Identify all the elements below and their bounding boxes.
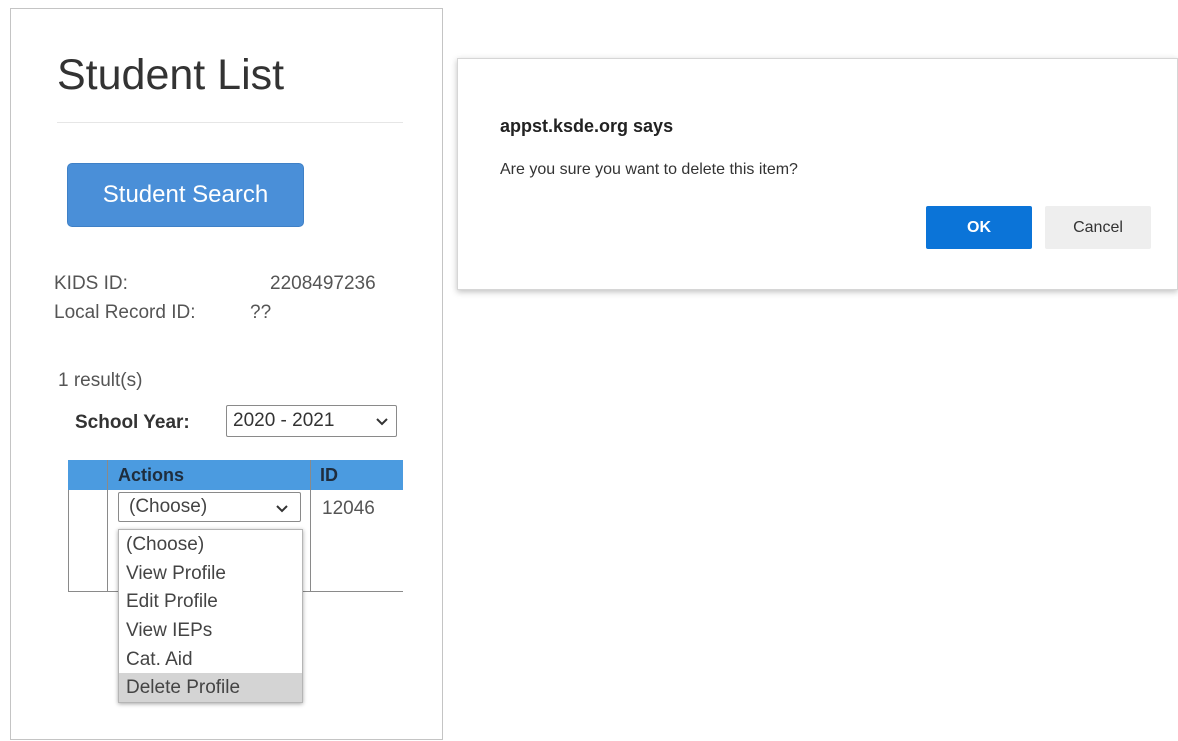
ok-button[interactable]: OK	[926, 206, 1032, 249]
school-year-selected-value: 2020 - 2021	[233, 410, 335, 431]
confirm-dialog: appst.ksde.org says Are you sure you wan…	[457, 58, 1178, 290]
local-record-id-value: ??	[250, 302, 272, 323]
cancel-button[interactable]: Cancel	[1045, 206, 1151, 249]
option-view-profile[interactable]: View Profile	[119, 559, 302, 588]
actions-dropdown-list: (Choose) View Profile Edit Profile View …	[118, 529, 303, 703]
actions-selected-value: (Choose)	[129, 496, 208, 517]
option-delete-profile[interactable]: Delete Profile	[119, 673, 302, 703]
page-title: Student List	[57, 51, 285, 99]
column-divider	[107, 460, 108, 592]
chevron-down-icon	[376, 412, 388, 436]
kids-id-label: KIDS ID:	[54, 273, 128, 294]
option-cat-aid[interactable]: Cat. Aid	[119, 645, 302, 674]
option-edit-profile[interactable]: Edit Profile	[119, 587, 302, 616]
page: Student List Student Search KIDS ID: 220…	[0, 0, 1178, 741]
option-view-ieps[interactable]: View IEPs	[119, 616, 302, 645]
results-count: 1 result(s)	[58, 370, 143, 391]
table-border-left	[68, 490, 69, 592]
column-header-actions[interactable]: Actions	[118, 460, 184, 490]
dialog-message: Are you sure you want to delete this ite…	[500, 161, 798, 178]
kids-id-value: 2208497236	[270, 273, 376, 294]
title-divider	[57, 122, 403, 123]
local-record-id-label: Local Record ID:	[54, 302, 196, 323]
chevron-down-icon	[276, 498, 288, 526]
student-search-button[interactable]: Student Search	[67, 163, 304, 227]
school-year-select[interactable]: 2020 - 2021	[226, 405, 397, 437]
column-header-id[interactable]: ID	[320, 460, 338, 490]
option-choose[interactable]: (Choose)	[119, 530, 302, 559]
actions-select[interactable]: (Choose)	[118, 492, 301, 522]
column-divider	[310, 460, 311, 592]
school-year-label: School Year:	[75, 412, 190, 433]
dialog-title: appst.ksde.org says	[500, 116, 674, 136]
row-id-cell: 12046	[322, 498, 375, 519]
